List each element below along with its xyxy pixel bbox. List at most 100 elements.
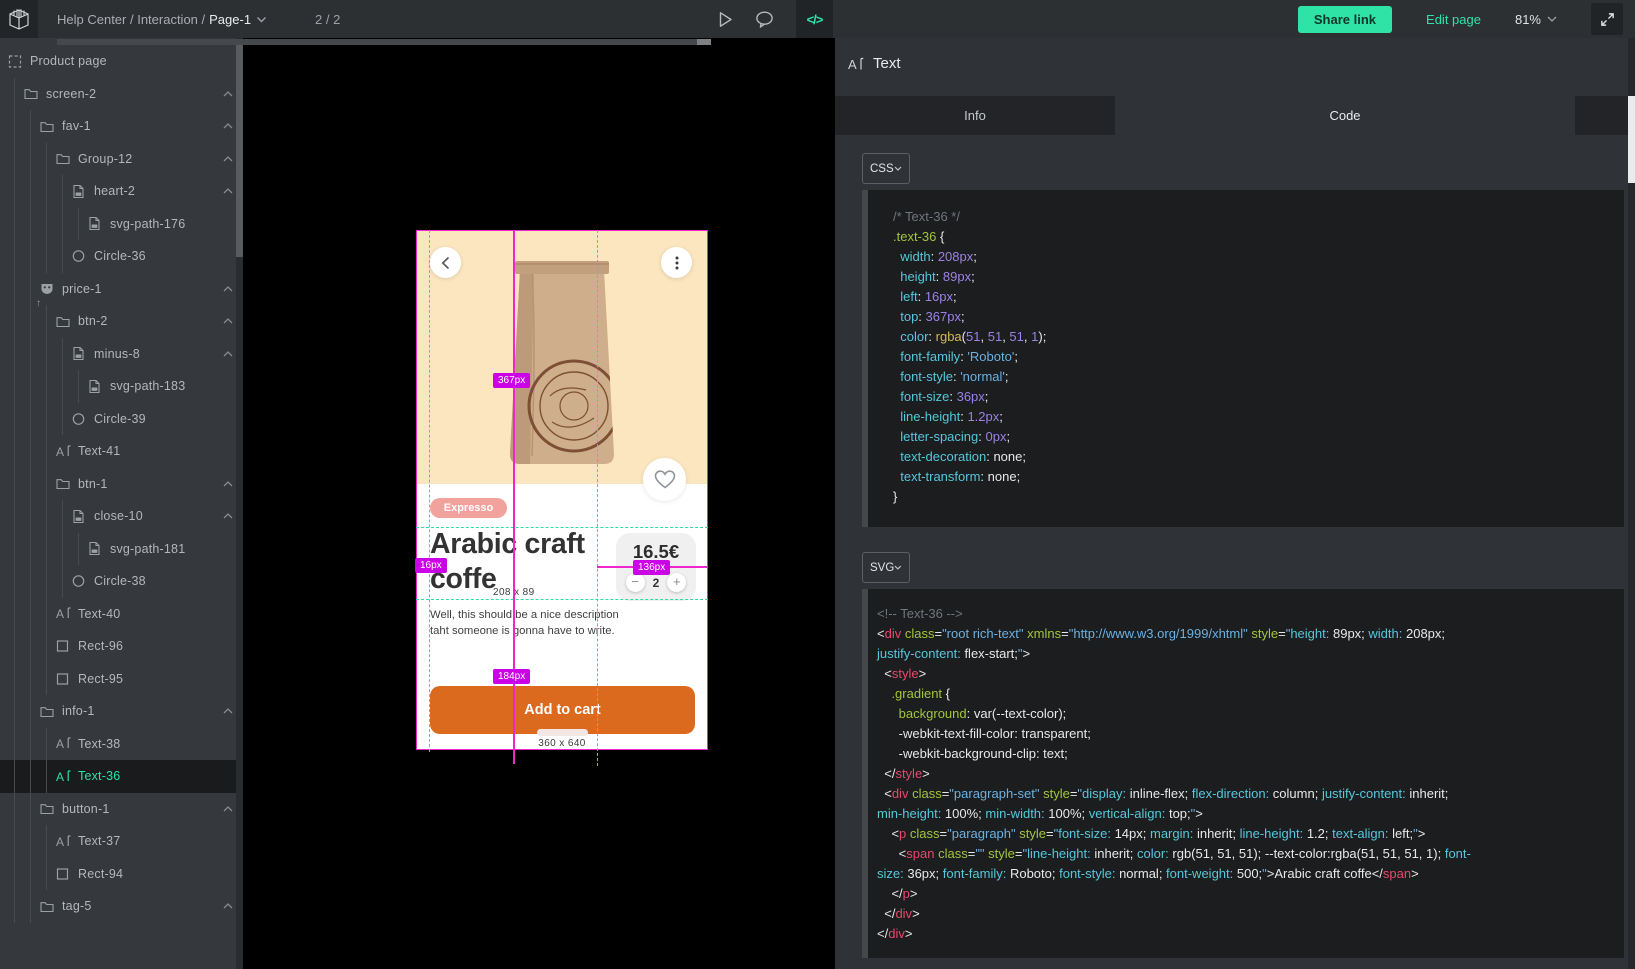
layer-row-btn-2[interactable]: btn-2: [0, 305, 243, 338]
coffee-bag-image[interactable]: [502, 256, 622, 471]
chevron-up-icon[interactable]: [223, 806, 233, 812]
chevron-up-icon[interactable]: [223, 708, 233, 714]
inspector-scrollbar-thumb[interactable]: [1628, 96, 1635, 183]
layer-row-Text-36[interactable]: AText-36: [0, 760, 243, 793]
add-to-cart-button[interactable]: Add to cart: [430, 686, 695, 734]
chevron-up-icon[interactable]: [223, 188, 233, 194]
chevron-up-icon[interactable]: [223, 91, 233, 97]
layer-row-Group-12[interactable]: Group-12: [0, 143, 243, 176]
inspector-scrollbar-track[interactable]: [1628, 38, 1635, 969]
minus-button[interactable]: −: [626, 573, 645, 592]
indent-guide: [62, 240, 63, 273]
fullscreen-button[interactable]: [1591, 3, 1623, 35]
chevron-up-icon[interactable]: [223, 156, 233, 162]
code-scrollbar-thumb[interactable]: [862, 190, 868, 527]
code-line: text-decoration: none;: [893, 447, 1614, 467]
category-tag[interactable]: Expresso: [430, 498, 507, 518]
layer-row-svg-path-183[interactable]: svg-path-183: [0, 370, 243, 403]
layer-row-Text-41[interactable]: AText-41: [0, 435, 243, 468]
svg-file-icon: [72, 509, 88, 524]
layer-row-Rect-94[interactable]: Rect-94: [0, 858, 243, 891]
inspector-tabs: Info Code: [835, 96, 1628, 135]
indent-guide: [14, 630, 15, 663]
chevron-down-icon[interactable]: [256, 16, 267, 23]
layer-row-Circle-38[interactable]: Circle-38: [0, 565, 243, 598]
css-format-dropdown[interactable]: CSS: [862, 153, 910, 184]
sidebar-scrollbar-track[interactable]: [236, 38, 243, 969]
play-button[interactable]: [718, 11, 733, 28]
chevron-up-icon[interactable]: [223, 123, 233, 129]
app-logo[interactable]: [0, 0, 38, 38]
layer-label: tag-5: [62, 899, 92, 913]
horizontal-scrollbar-thumb[interactable]: [57, 39, 697, 45]
code-line: -webkit-text-fill-color: transparent;: [877, 724, 1614, 744]
svg-code-block[interactable]: <!-- Text-36 --><div class="root rich-te…: [862, 589, 1624, 958]
layer-row-Product page[interactable]: Product page: [0, 45, 243, 78]
layer-row-svg-path-181[interactable]: svg-path-181: [0, 533, 243, 566]
layer-row-Rect-96[interactable]: Rect-96: [0, 630, 243, 663]
guide-selection-top: [416, 527, 708, 528]
layer-row-fav-1[interactable]: fav-1: [0, 110, 243, 143]
css-code-block[interactable]: /* Text-36 */.text-36 { width: 208px; he…: [862, 190, 1624, 527]
layer-row-Rect-95[interactable]: Rect-95: [0, 663, 243, 696]
layer-row-tag-5[interactable]: tag-5: [0, 890, 243, 923]
circle-icon: [72, 574, 88, 589]
mobile-screen-frame[interactable]: Expresso Arabic craft coffe 16.5€ − 2 + …: [416, 230, 708, 750]
layer-label: Rect-96: [78, 639, 123, 653]
favorite-button[interactable]: [643, 458, 686, 501]
chevron-up-icon[interactable]: [223, 481, 233, 487]
layer-row-screen-2[interactable]: screen-2: [0, 78, 243, 111]
tab-info[interactable]: Info: [835, 96, 1115, 135]
product-description[interactable]: Well, this should be a nice description …: [430, 608, 642, 639]
code-line: /* Text-36 */: [893, 207, 1614, 227]
layer-row-button-1[interactable]: button-1: [0, 793, 243, 826]
back-button[interactable]: [430, 247, 461, 278]
horizontal-scrollbar-handle[interactable]: [697, 39, 711, 45]
indent-guide: [14, 338, 15, 371]
chevron-up-icon[interactable]: [223, 318, 233, 324]
chevron-up-icon[interactable]: [223, 286, 233, 292]
svg-format-dropdown[interactable]: SVG: [862, 552, 910, 583]
indent-guide: [14, 273, 15, 306]
layer-row-Text-38[interactable]: AText-38: [0, 728, 243, 761]
text-icon: A: [56, 736, 72, 751]
code-line: width: 208px;: [893, 247, 1614, 267]
layer-row-btn-1[interactable]: btn-1: [0, 468, 243, 501]
code-scrollbar-thumb[interactable]: [862, 589, 868, 958]
indent-guide: [46, 663, 47, 696]
design-canvas[interactable]: Expresso Arabic craft coffe 16.5€ − 2 + …: [243, 38, 835, 969]
layer-row-price-1[interactable]: price-1↑: [0, 273, 243, 306]
edit-page-link[interactable]: Edit page: [1426, 12, 1481, 27]
tab-code[interactable]: Code: [1115, 96, 1575, 135]
layer-row-Circle-39[interactable]: Circle-39: [0, 403, 243, 436]
zoom-control[interactable]: 81%: [1515, 12, 1557, 27]
chevron-up-icon[interactable]: [223, 513, 233, 519]
sidebar-scrollbar-thumb[interactable]: [236, 42, 243, 257]
indent-guide: [46, 338, 47, 371]
layer-label: svg-path-181: [110, 542, 185, 556]
chevron-up-icon[interactable]: [223, 351, 233, 357]
indent-guide: [14, 175, 15, 208]
layer-row-info-1[interactable]: info-1: [0, 695, 243, 728]
layer-label: Circle-36: [94, 249, 146, 263]
layer-row-Circle-36[interactable]: Circle-36: [0, 240, 243, 273]
chevron-down-icon: [1547, 16, 1557, 22]
code-mode-button[interactable]: </>: [796, 0, 833, 38]
indent-guide: [30, 630, 31, 663]
layer-row-Text-40[interactable]: AText-40: [0, 598, 243, 631]
layer-row-Text-37[interactable]: AText-37: [0, 825, 243, 858]
chevron-up-icon[interactable]: [223, 903, 233, 909]
layer-row-minus-8[interactable]: minus-8: [0, 338, 243, 371]
more-menu-button[interactable]: [661, 247, 692, 278]
svg-file-icon: [72, 184, 88, 199]
code-line: -webkit-background-clip: text;: [877, 744, 1614, 764]
plus-button[interactable]: +: [667, 573, 686, 592]
layer-row-close-10[interactable]: close-10: [0, 500, 243, 533]
breadcrumb[interactable]: Help Center / Interaction / Page-1: [57, 0, 267, 38]
breadcrumb-path: Help Center / Interaction /: [57, 12, 205, 27]
layer-row-heart-2[interactable]: heart-2: [0, 175, 243, 208]
quantity-stepper[interactable]: − 2 +: [616, 573, 696, 592]
comment-button[interactable]: [755, 11, 774, 28]
layer-row-svg-path-176[interactable]: svg-path-176: [0, 208, 243, 241]
share-link-button[interactable]: Share link: [1298, 6, 1392, 33]
